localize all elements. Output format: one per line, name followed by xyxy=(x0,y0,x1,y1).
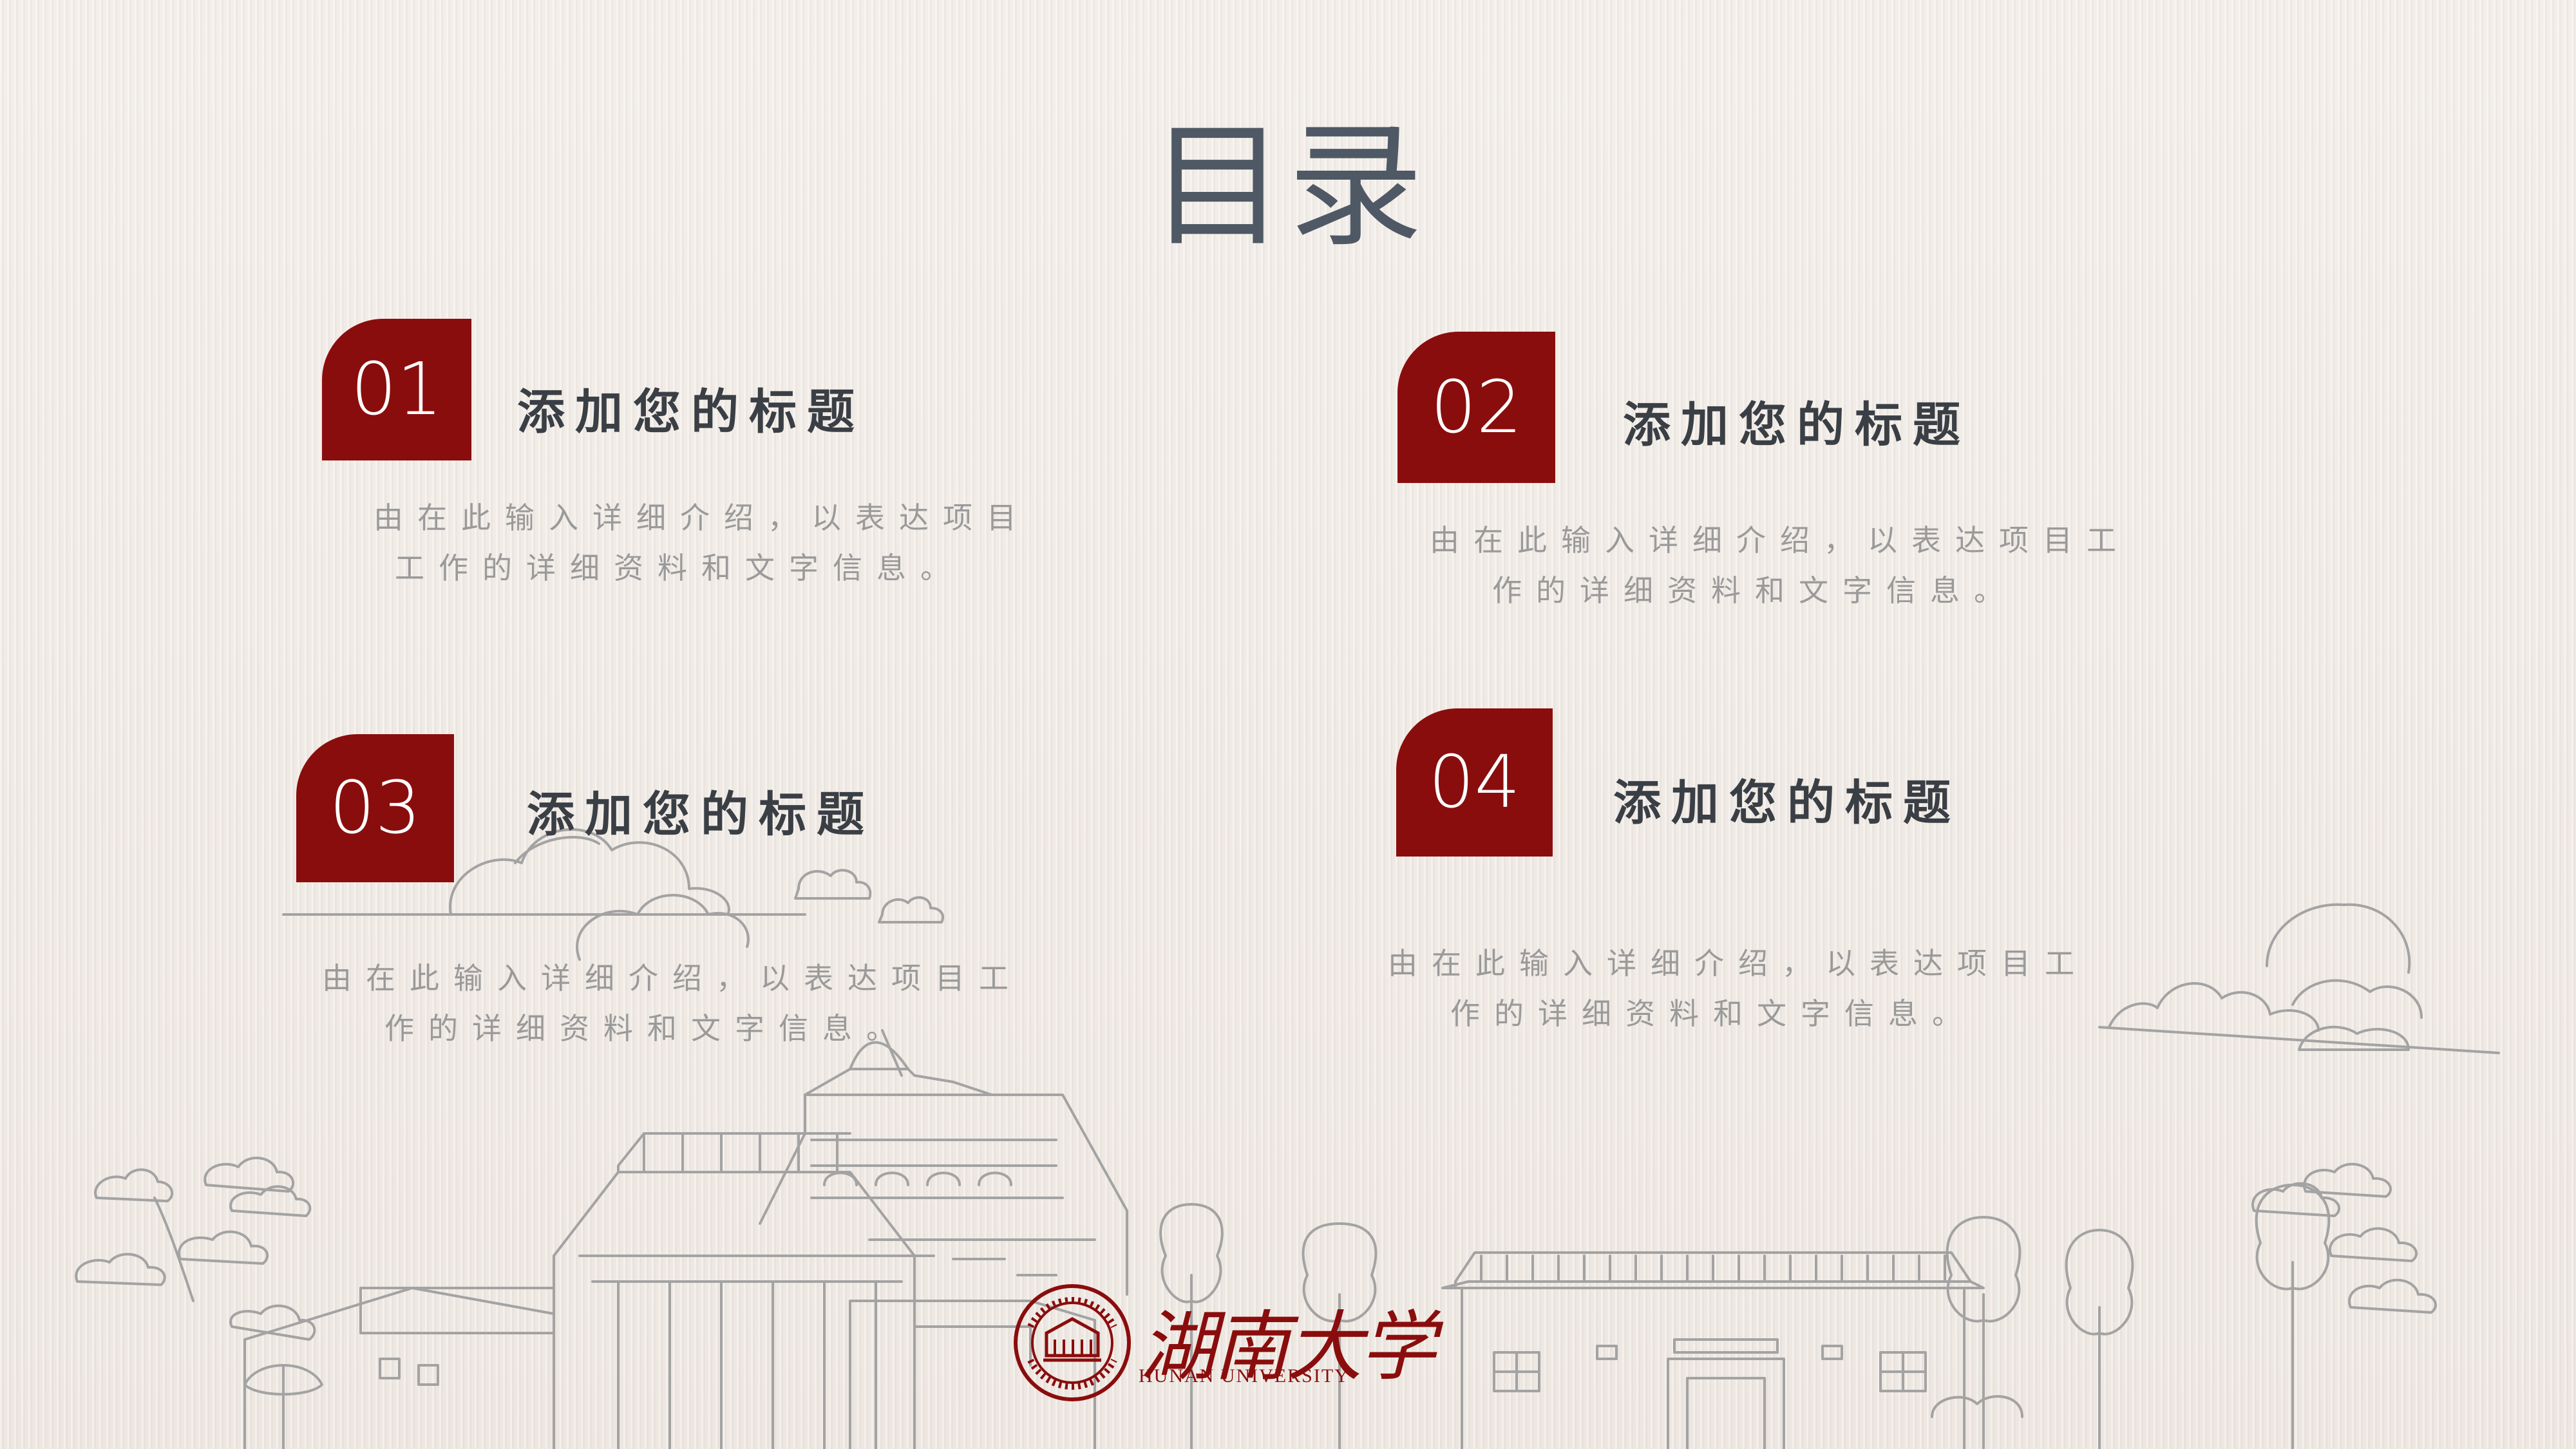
sun-cloud-icon xyxy=(2098,903,2500,1054)
item-description-line: 作的详细资料和文字信息。 xyxy=(1492,573,2018,608)
university-name-en: HUNAN UNIVERSITY xyxy=(1139,1365,1350,1387)
cloud-icon xyxy=(1931,1162,2438,1418)
university-seal-icon xyxy=(1014,1284,1131,1401)
page-title: 目录 xyxy=(1150,108,1426,265)
university-logo: 湖南大学 HUNAN UNIVERSITY xyxy=(1011,1282,1436,1410)
item-description-line: 由在此输入详细介绍，以表达项目工 xyxy=(322,961,1023,996)
item-description-line: 作的详细资料和文字信息。 xyxy=(1450,996,1976,1031)
item-description-line: 由在此输入详细介绍，以表达项目工 xyxy=(1430,523,2130,558)
item-number-badge: 01 xyxy=(322,319,471,460)
traditional-building-icon xyxy=(243,1029,1128,1449)
pine-tree-icon xyxy=(75,1157,323,1449)
item-description: 由在此输入详细介绍，以表达项目工 作的详细资料和文字信息。 xyxy=(322,953,1023,1054)
item-description-line: 作的详细资料和文字信息。 xyxy=(384,1011,910,1046)
item-heading: 添加您的标题 xyxy=(517,384,865,440)
item-description: 由在此输入详细介绍，以表达项目 工作的详细资料和文字信息。 xyxy=(374,493,1030,593)
item-heading: 添加您的标题 xyxy=(1623,397,1971,453)
item-description-line: 工作的详细资料和文字信息。 xyxy=(395,551,964,585)
item-description: 由在此输入详细介绍，以表达项目工 作的详细资料和文字信息。 xyxy=(1388,938,2088,1039)
item-description-line: 由在此输入详细介绍，以表达项目 xyxy=(374,500,1030,535)
item-description: 由在此输入详细介绍，以表达项目工 作的详细资料和文字信息。 xyxy=(1430,515,2130,616)
item-heading: 添加您的标题 xyxy=(1613,775,1961,831)
item-description-line: 由在此输入详细介绍，以表达项目工 xyxy=(1388,946,2088,981)
item-number-badge: 02 xyxy=(1397,332,1555,483)
item-number-badge: 04 xyxy=(1396,708,1553,857)
item-heading: 添加您的标题 xyxy=(527,787,875,842)
item-number-badge: 03 xyxy=(296,734,454,882)
hall-building-icon xyxy=(1441,1251,1985,1449)
